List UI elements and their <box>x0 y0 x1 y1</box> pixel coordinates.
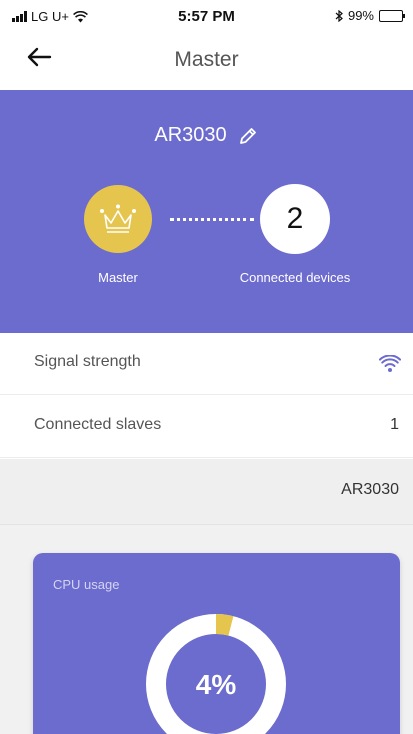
battery-icon <box>379 9 405 22</box>
page-title: Master <box>174 48 239 71</box>
status-bar: LG U+ 5:57 PM 99% <box>0 0 413 36</box>
device-name-row: AR3030 <box>0 124 413 147</box>
cpu-usage-card: CPU usage 4% <box>33 553 400 734</box>
cpu-donut-chart: 4% <box>146 614 286 734</box>
signal-strength-label: Signal strength <box>34 353 141 370</box>
device-name: AR3030 <box>154 124 227 146</box>
master-label: Master <box>98 270 138 285</box>
connected-slaves-value: 1 <box>390 416 399 433</box>
cpu-usage-value: 4% <box>196 669 237 700</box>
wifi-icon <box>379 355 401 372</box>
nav-header: Master <box>0 36 413 86</box>
slave-device-name: AR3030 <box>341 481 399 498</box>
master-device-circle[interactable] <box>84 185 152 253</box>
cpu-usage-title: CPU usage <box>53 577 120 592</box>
signal-strength-row: Signal strength <box>0 333 413 395</box>
slave-device-row[interactable]: AR3030 <box>0 459 413 525</box>
device-panel: AR3030 2 Master Connected devices <box>0 90 413 333</box>
battery-percent: 99% <box>347 8 374 23</box>
crown-icon <box>100 204 136 233</box>
connected-count-circle[interactable]: 2 <box>260 184 330 254</box>
pencil-edit-icon[interactable] <box>237 125 259 147</box>
status-right: 99% <box>335 8 405 23</box>
connected-devices-label: Connected devices <box>239 270 351 285</box>
bluetooth-icon <box>335 9 343 22</box>
connection-line <box>170 218 254 221</box>
connected-slaves-label: Connected slaves <box>34 416 162 433</box>
connected-slaves-row: Connected slaves 1 <box>0 396 413 458</box>
